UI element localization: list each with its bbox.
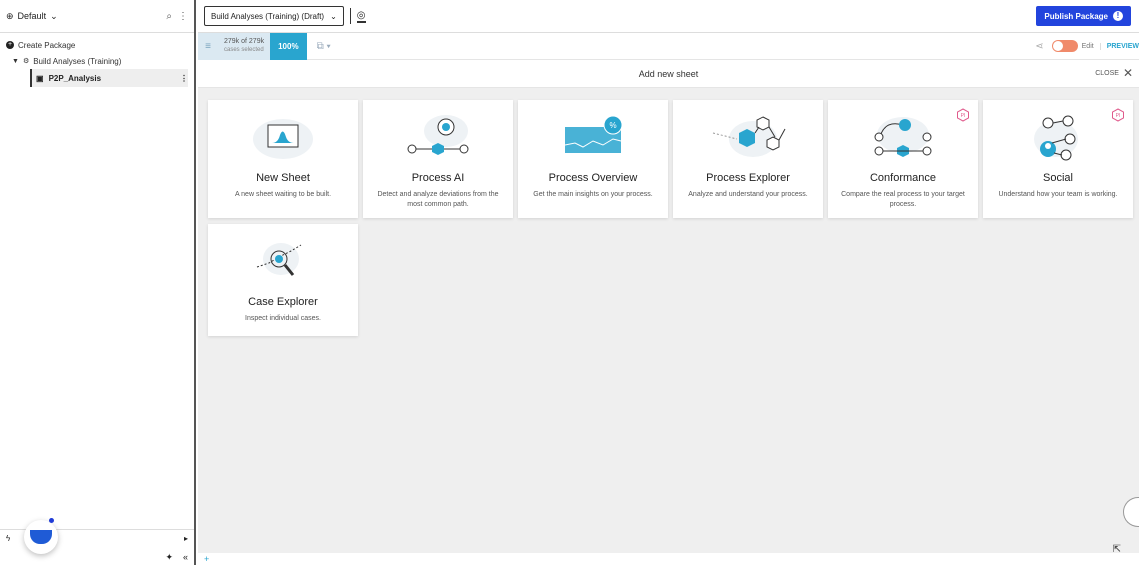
info-icon: ! [1113, 11, 1123, 21]
card-conformance[interactable]: PI Conformance Compare the real process … [828, 100, 978, 218]
svg-text:PI: PI [1116, 113, 1121, 119]
divider [349, 8, 351, 24]
workspace-name: Default [17, 11, 47, 21]
chevron-down-icon: ⌄ [330, 11, 337, 21]
card-title: Conformance [869, 172, 937, 184]
card-process-overview[interactable]: % Process Overview Get the main insights… [518, 100, 668, 218]
sidebar: ⊕ Default ⌄ ⌕ ⋮ + Create Package ▼ ⚙ Bui… [0, 0, 196, 565]
preview-button[interactable]: PREVIEW [1099, 42, 1139, 50]
card-desc: Analyze and understand your process. [688, 191, 808, 198]
edit-label: Edit [1081, 42, 1094, 50]
svg-text:%: % [609, 121, 616, 130]
card-social[interactable]: PI Social Understand how your team is wo… [983, 100, 1133, 218]
share-icon[interactable]: ⋖ [1035, 41, 1043, 52]
card-title: Process Overview [548, 172, 638, 184]
process-ai-icon [363, 106, 513, 166]
publish-package-button[interactable]: Publish Package ! [1036, 6, 1131, 26]
notification-dot [49, 518, 54, 523]
percent-badge: 100% [270, 32, 307, 60]
plus-icon: + [6, 41, 14, 49]
case-explorer-icon [208, 230, 358, 290]
premium-icon: PI [957, 108, 969, 122]
create-package-label: Create Package [18, 40, 76, 50]
card-process-ai[interactable]: Process AI Detect and analyze deviations… [363, 100, 513, 218]
app-window: ⊕ Default ⌄ ⌕ ⋮ + Create Package ▼ ⚙ Bui… [0, 0, 1139, 565]
card-case-explorer[interactable]: Case Explorer Inspect individual cases. [208, 224, 358, 336]
chevron-down-icon: ⌄ [50, 10, 58, 21]
card-title: Process AI [411, 172, 465, 184]
toggle-knob [1052, 41, 1063, 51]
pin-icon[interactable]: ✦ [165, 552, 173, 563]
card-desc: Understand how your team is working. [998, 191, 1118, 198]
sheet-more-icon[interactable]: ⋮ [180, 74, 188, 83]
svg-text:PI: PI [961, 113, 966, 119]
close-label: CLOSE [1095, 69, 1119, 77]
publish-label: Publish Package [1044, 11, 1108, 21]
cup-icon [30, 530, 52, 544]
caret-right-icon: ▸ [183, 534, 188, 543]
more-icon[interactable]: ⋮ [178, 11, 188, 22]
sheet-icon: ▣ [36, 73, 44, 83]
edit-toggle[interactable] [1051, 40, 1078, 52]
card-process-explorer[interactable]: Process Explorer Analyze and understand … [673, 100, 823, 218]
card-title: Social [1043, 172, 1073, 184]
language-icon[interactable]: ◎ [356, 10, 366, 23]
globe-icon: ⊕ [6, 10, 14, 21]
create-package-button[interactable]: + Create Package [0, 37, 194, 53]
process-overview-icon: % [518, 106, 668, 166]
collapse-icon[interactable]: « [183, 552, 188, 562]
card-new-sheet[interactable]: New Sheet A new sheet waiting to be buil… [208, 100, 358, 218]
card-title: New Sheet [256, 172, 310, 184]
sidebar-footer: ✦ « [0, 549, 194, 565]
main-content: Add new sheet CLOSE ✕ New Sheet A new sh… [198, 60, 1139, 553]
cases-sub: cases selected [224, 47, 264, 53]
card-desc: Compare the real process to your target … [841, 191, 965, 208]
premium-icon: PI [1112, 108, 1124, 122]
sidebar-header: ⊕ Default ⌄ ⌕ ⋮ [0, 0, 194, 33]
card-title: Case Explorer [248, 296, 318, 308]
cases-selected: 279k of 279k cases selected [218, 32, 271, 60]
add-sheet-title: Add new sheet [638, 68, 699, 79]
chart-illustration-icon [208, 106, 358, 166]
cursor-icon: ⇱ [1112, 544, 1121, 555]
add-sheet-bar: + [198, 553, 1139, 565]
top-bar: Build Analyses (Training) (Draft) ⌄ ◎ Pu… [198, 0, 1139, 33]
filter-icon[interactable]: ⧉ ▾ [317, 41, 331, 52]
search-icon[interactable]: ⌕ [166, 11, 172, 22]
workspace-selector[interactable]: ⊕ Default ⌄ [6, 11, 58, 22]
app-selector[interactable]: Build Analyses (Training) (Draft) ⌄ [204, 6, 344, 26]
card-desc: Detect and analyze deviations from the m… [377, 191, 499, 208]
selection-bar: ≡ 279k of 279k cases selected 100% ⧉ ▾ ⋖… [198, 32, 1139, 60]
card-desc: Inspect individual cases. [245, 315, 321, 322]
menu-icon[interactable]: ≡ [198, 32, 218, 60]
tree-item-label: Build Analyses (Training) [33, 56, 122, 66]
card-desc: Get the main insights on your process. [533, 191, 653, 198]
close-button[interactable]: CLOSE ✕ [1095, 66, 1133, 80]
card-title: Process Explorer [706, 172, 790, 184]
package-icon: ⚙ [22, 58, 30, 65]
add-icon[interactable]: + [204, 554, 209, 564]
process-explorer-icon [673, 106, 823, 166]
assistant-badge[interactable] [24, 520, 58, 554]
cases-count: 279k of 279k [224, 38, 265, 45]
app-selector-label: Build Analyses (Training) (Draft) [211, 11, 325, 21]
close-icon: ✕ [1122, 66, 1133, 80]
add-sheet-header: Add new sheet CLOSE ✕ [198, 60, 1139, 88]
sidebar-item-p2p-analysis[interactable]: ▣ P2P_Analysis ⋮ [30, 69, 188, 87]
lightning-icon: ϟ [6, 534, 11, 543]
caret-down-icon: ▼ [12, 57, 19, 65]
tree-item-build-analyses[interactable]: ▼ ⚙ Build Analyses (Training) [0, 53, 194, 69]
card-desc: A new sheet waiting to be built. [234, 191, 332, 198]
sheet-item-label: P2P_Analysis [48, 73, 102, 83]
